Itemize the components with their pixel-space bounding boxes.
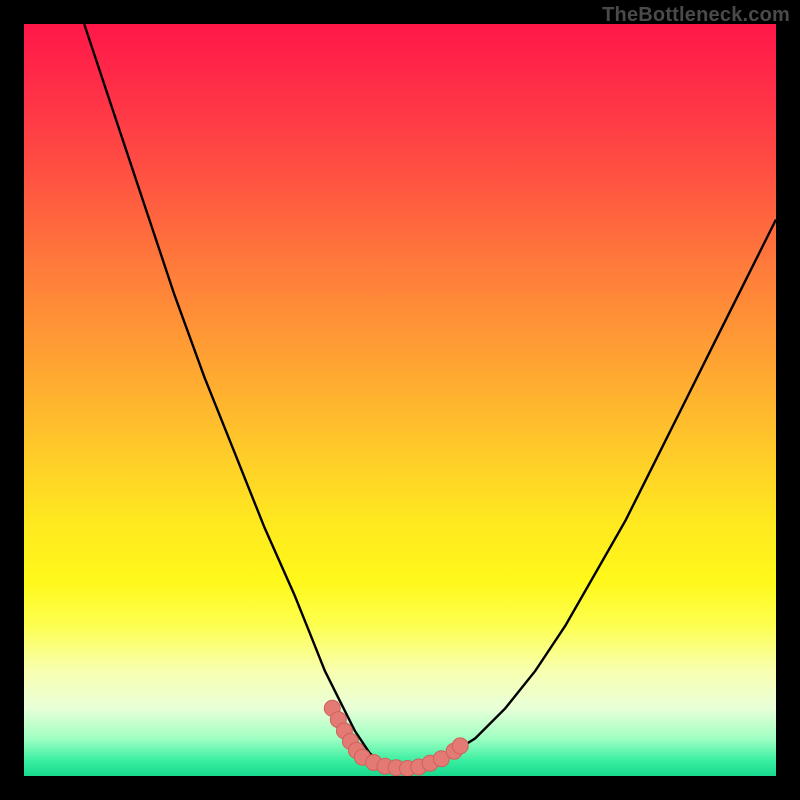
- bottleneck-curve: [84, 24, 776, 769]
- watermark-text: TheBottleneck.com: [602, 4, 790, 27]
- chart-gradient-background: [24, 24, 776, 776]
- chart-plot: [24, 24, 776, 776]
- curve-marker: [452, 738, 468, 754]
